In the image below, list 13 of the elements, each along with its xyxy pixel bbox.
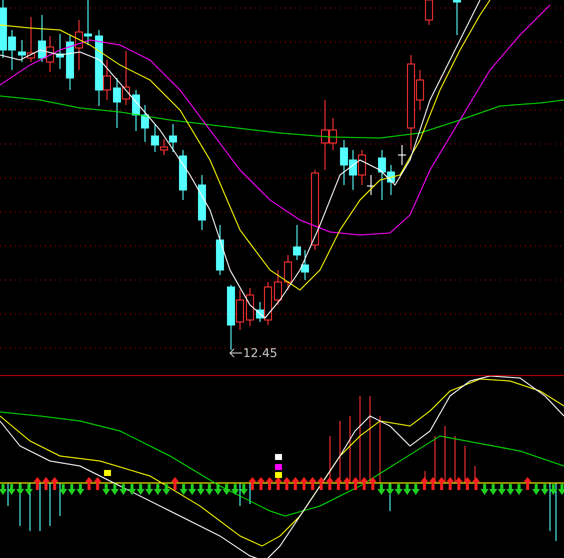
- candlestick: [274, 270, 282, 306]
- candlestick: [179, 150, 187, 200]
- signal-marker: [104, 470, 111, 476]
- low-price-label: 12.45: [243, 346, 278, 360]
- signal-marker: [275, 464, 282, 470]
- candlestick: [216, 224, 224, 276]
- arrow-icon: [229, 348, 242, 358]
- candlestick: [198, 174, 206, 230]
- signal-marker: [275, 472, 282, 478]
- candlestick: [246, 288, 254, 326]
- candlestick: [56, 34, 64, 70]
- signal-marker: [275, 454, 282, 460]
- candlestick: [453, 0, 461, 36]
